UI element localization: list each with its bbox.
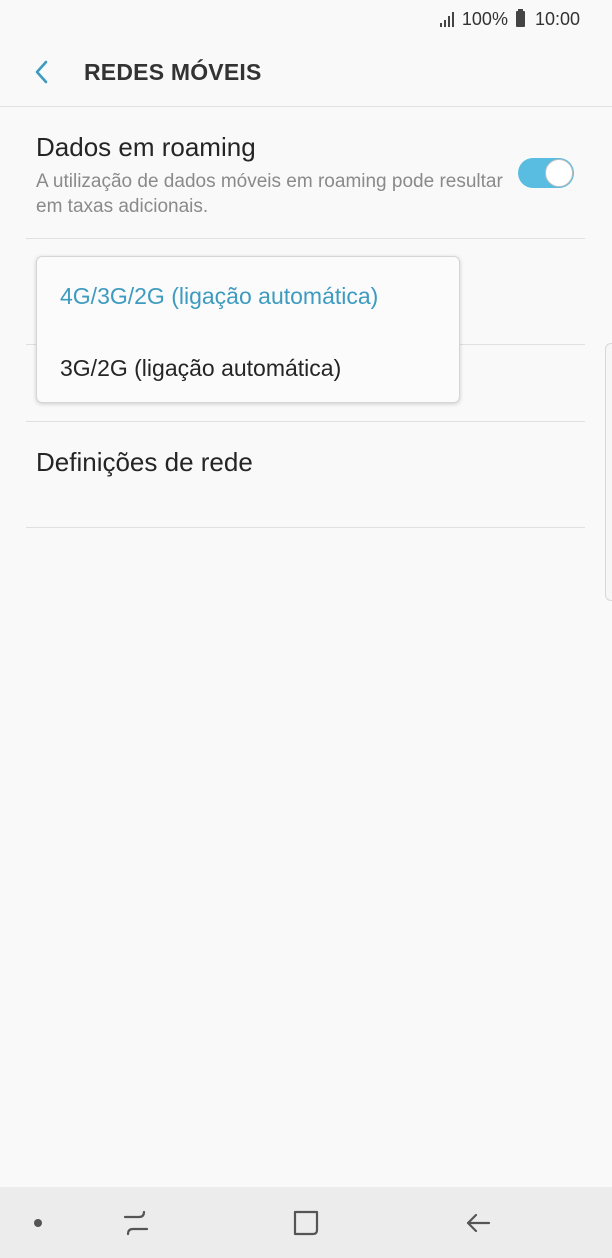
- roaming-description: A utilização de dados móveis em roaming …: [36, 171, 503, 217]
- network-mode-option-4g[interactable]: 4G/3G/2G (ligação automática): [60, 283, 378, 310]
- page-title: REDES MÓVEIS: [84, 58, 262, 85]
- network-mode-dropdown: 4G/3G/2G (ligação automática) 3G/2G (lig…: [36, 256, 460, 403]
- back-arrow-icon: [466, 1213, 491, 1232]
- navigation-bar: [0, 1187, 612, 1258]
- edge-panel-handle[interactable]: [605, 343, 612, 601]
- recents-icon: [123, 1210, 149, 1235]
- battery-icon: [515, 9, 525, 27]
- signal-icon: [439, 11, 454, 27]
- nav-dot-button[interactable]: [18, 1187, 58, 1258]
- home-icon: [293, 1210, 319, 1235]
- status-bar: 100% 10:00: [0, 0, 612, 38]
- home-button[interactable]: [276, 1187, 336, 1258]
- dot-icon: [34, 1218, 42, 1227]
- battery-percentage: 100%: [461, 8, 508, 29]
- back-nav-button[interactable]: [448, 1187, 508, 1258]
- clock: 10:00: [534, 8, 580, 29]
- roaming-toggle[interactable]: [518, 158, 574, 188]
- roaming-title: Dados em roaming: [36, 132, 256, 162]
- network-mode-option-3g[interactable]: 3G/2G (ligação automática): [60, 355, 341, 382]
- back-button[interactable]: [14, 44, 70, 100]
- recents-button[interactable]: [106, 1187, 166, 1258]
- app-header: REDES MÓVEIS: [0, 38, 612, 107]
- network-settings-label: Definições de rede: [36, 447, 253, 477]
- toggle-knob: [545, 159, 573, 187]
- chevron-left-icon: [35, 60, 48, 84]
- network-settings-row[interactable]: Definições de rede: [26, 421, 585, 528]
- roaming-setting-row[interactable]: Dados em roaming A utilização de dados m…: [26, 107, 585, 239]
